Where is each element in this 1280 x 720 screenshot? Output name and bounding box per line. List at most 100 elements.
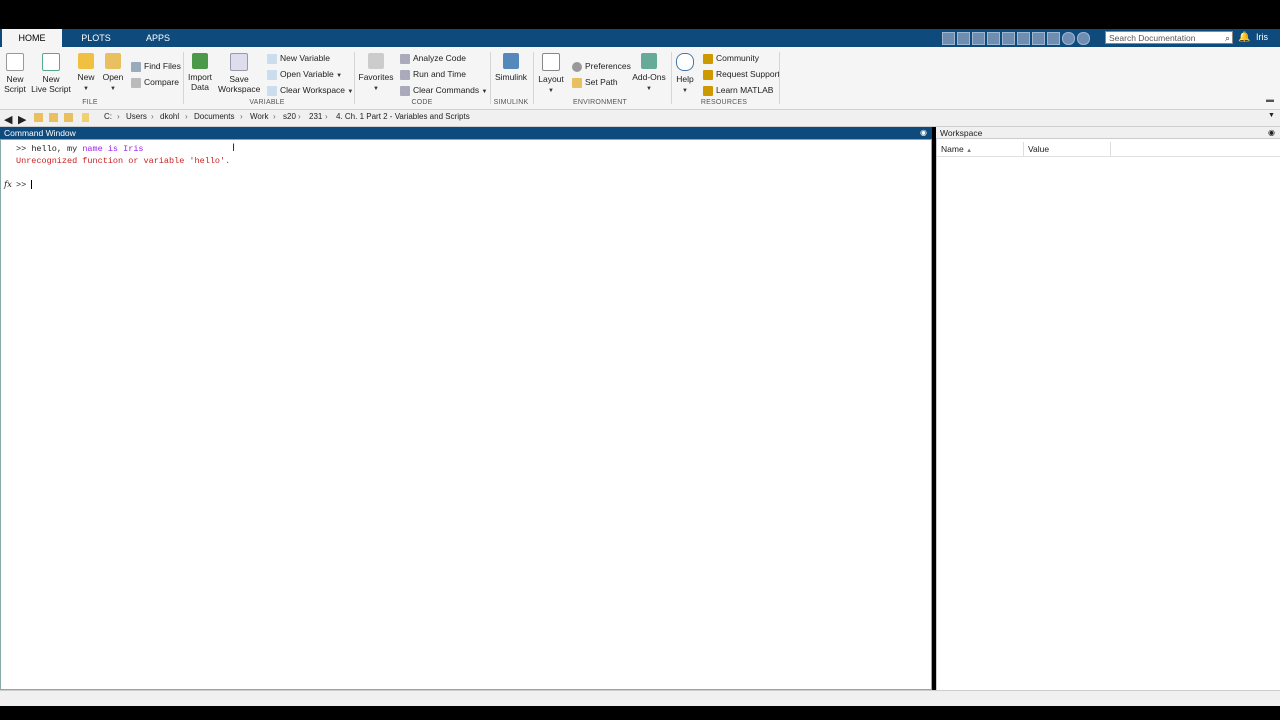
toolstrip-tabs: HOME PLOTS APPS Search Documentation ⌕ 🔔… [0,29,1280,48]
save-icon[interactable] [942,32,955,45]
import-data-icon [192,53,208,69]
panel-options-icon[interactable]: ◉ [1268,127,1275,139]
new-button[interactable]: New ▼ [76,53,96,94]
paste-icon[interactable] [987,32,1000,45]
set-path-button[interactable]: Set Path [572,76,618,88]
preferences-button[interactable]: Preferences [572,60,631,72]
group-resources-label: RESOURCES [700,99,748,106]
compare-button[interactable]: Compare [131,76,179,88]
ribbon-separator [354,52,355,104]
save-workspace-icon [230,53,248,71]
customize-icon[interactable] [1047,32,1060,45]
search-documentation-input[interactable]: Search Documentation ⌕ [1105,31,1233,44]
simulink-button[interactable]: Simulink [494,53,528,82]
options-icon[interactable] [1077,32,1090,45]
new-script-button[interactable]: New Script [3,53,27,94]
group-environment-label: ENVIRONMENT [573,99,627,106]
status-bar [0,690,1280,707]
folder-icon [82,113,89,122]
new-variable-button[interactable]: New Variable [267,52,330,64]
function-browser-icon[interactable]: fx [4,180,12,190]
panel-options-icon[interactable]: ◉ [920,127,927,139]
new-variable-icon [267,53,277,64]
clear-commands-button[interactable]: Clear Commands ▼ [400,84,487,96]
community-button[interactable]: Community [703,52,759,64]
open-variable-button[interactable]: Open Variable ▼ [267,68,342,80]
collapse-toolstrip-icon[interactable]: ▬ [1266,95,1274,104]
ribbon-separator [183,52,184,104]
user-menu[interactable]: Iris [1256,32,1268,42]
workspace-table-header: Name ▲ Value [937,142,1280,157]
find-files-icon [131,61,141,72]
new-plus-icon [78,53,94,69]
ribbon-separator [671,52,672,104]
path-segment[interactable]: Documents [194,112,234,121]
learn-matlab-button[interactable]: Learn MATLAB [703,84,773,96]
path-segment[interactable]: 4. Ch. 1 Part 2 - Variables and Scripts [336,112,470,121]
simulink-icon [503,53,519,69]
path-segment[interactable]: s20 [283,112,296,121]
learn-matlab-icon [703,85,713,96]
command-prompt[interactable]: >> [16,180,33,190]
help-question-icon [676,53,694,71]
search-placeholder: Search Documentation [1109,33,1196,43]
ribbon-separator [779,52,780,104]
add-ons-button[interactable]: Add-Ons ▼ [631,53,667,94]
path-segment[interactable]: Users [126,112,147,121]
redo-icon[interactable] [1017,32,1030,45]
path-segment[interactable]: 231 [309,112,322,121]
command-window-title: Command Window ◉ [0,127,932,139]
path-segment[interactable]: dkohl [160,112,179,121]
toolstrip-ribbon: New Script New Live Script New ▼ Open ▼ Fi… [0,47,1280,110]
help-icon[interactable] [1062,32,1075,45]
column-name[interactable]: Name ▲ [941,144,972,154]
path-segment[interactable]: C: [104,112,112,121]
find-files-button[interactable]: Find Files [131,60,181,72]
tab-home[interactable]: HOME [2,29,62,48]
favorites-star-icon [368,53,384,69]
add-ons-icon [641,53,657,69]
tab-apps[interactable]: APPS [128,29,188,47]
layout-button[interactable]: Layout ▼ [537,53,565,96]
set-path-icon [572,77,582,88]
path-segment[interactable]: Work [250,112,269,121]
column-value[interactable]: Value [1028,144,1049,154]
undo-icon[interactable] [1002,32,1015,45]
new-script-icon [6,53,24,71]
path-dropdown-icon[interactable]: ▼ [1268,112,1275,119]
open-button[interactable]: Open ▼ [102,53,124,94]
clear-workspace-icon [267,85,277,96]
group-code-label: CODE [411,99,433,106]
folder-icon [105,53,121,69]
up-folder-icon[interactable] [34,113,43,122]
switch-windows-icon[interactable] [1032,32,1045,45]
save-workspace-button[interactable]: Save Workspace [218,53,260,94]
new-live-script-button[interactable]: New Live Script [30,53,72,94]
back-arrow-icon[interactable]: ◀ [4,113,13,126]
open-variable-icon [267,69,277,80]
refresh-folder-icon[interactable] [64,113,73,122]
workspace-panel[interactable]: Name ▲ Value [936,139,1280,690]
run-and-time-button[interactable]: Run and Time [400,68,466,80]
command-window[interactable]: >> hello, my name is Iris I Unrecognized… [0,139,932,690]
request-support-button[interactable]: Request Support [703,68,780,80]
group-file-label: FILE [82,99,98,106]
notification-bell-icon[interactable]: 🔔 [1238,32,1250,43]
community-icon [703,53,713,64]
cut-icon[interactable] [957,32,970,45]
browse-folder-icon[interactable] [49,113,58,122]
clear-commands-icon [400,85,410,96]
favorites-button[interactable]: Favorites ▼ [358,53,394,94]
help-button[interactable]: Help ▼ [675,53,695,96]
search-icon[interactable]: ⌕ [1225,32,1230,45]
clear-workspace-button[interactable]: Clear Workspace ▼ [267,84,353,96]
tab-plots[interactable]: PLOTS [66,29,126,47]
copy-icon[interactable] [972,32,985,45]
text-cursor-icon: I [232,142,236,154]
quick-access-toolbar [942,32,1090,45]
import-data-button[interactable]: Import Data [186,53,214,92]
analyze-code-button[interactable]: Analyze Code [400,52,466,64]
forward-arrow-icon[interactable]: ▶ [18,113,27,126]
workspace-title: Workspace ◉ [936,127,1280,139]
current-folder-bar: ◀ ▶ C: › Users › dkohl › Documents › Wor… [0,110,1280,127]
